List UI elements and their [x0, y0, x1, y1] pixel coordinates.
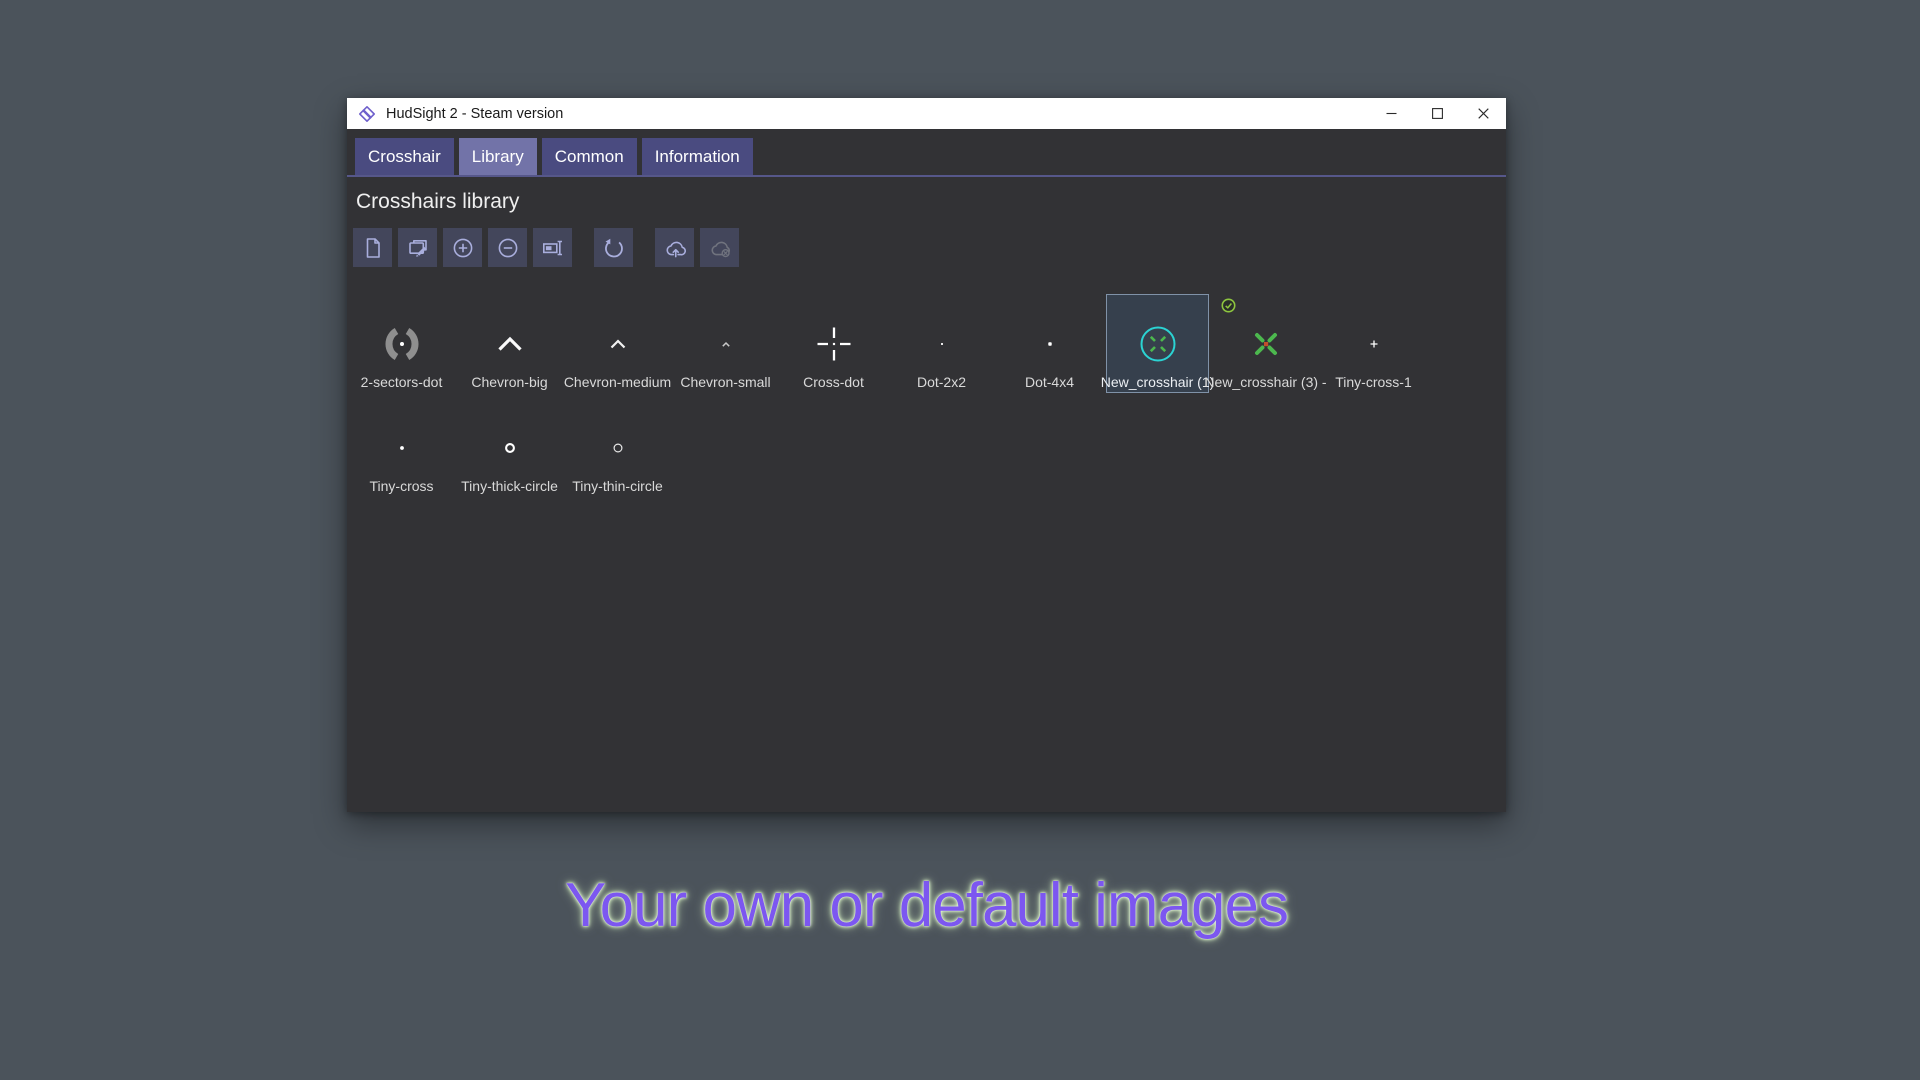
library-item-new-crosshair-1[interactable]: New_crosshair (1)	[1107, 295, 1208, 392]
tab-common[interactable]: Common	[542, 138, 637, 175]
maximize-icon	[1432, 108, 1443, 119]
cloud-upload-icon	[664, 237, 686, 259]
library-toolbar	[353, 228, 1506, 267]
library-item-label: 2-sectors-dot	[361, 374, 443, 390]
hudsight-window: HudSight 2 - Steam version Crosshair Lib…	[347, 98, 1506, 812]
remove-crosshair-button[interactable]	[488, 228, 527, 267]
remove-circle-icon	[497, 237, 519, 259]
library-item-label: Cross-dot	[803, 374, 864, 390]
library-item-new-crosshair-3[interactable]: New_crosshair (3) -	[1215, 295, 1316, 392]
library-item-label: Dot-2x2	[917, 374, 966, 390]
edit-crosshair-button[interactable]	[398, 228, 437, 267]
library-item-tiny-cross[interactable]: Tiny-cross	[351, 399, 452, 496]
close-icon	[1478, 108, 1489, 119]
minimize-icon	[1386, 108, 1397, 119]
new-file-icon	[362, 237, 384, 259]
library-item-2-sectors-dot[interactable]: 2-sectors-dot	[351, 295, 452, 392]
library-item-label: Chevron-small	[680, 374, 770, 390]
upload-to-cloud-button[interactable]	[655, 228, 694, 267]
titlebar[interactable]: HudSight 2 - Steam version	[347, 98, 1506, 129]
tab-library[interactable]: Library	[459, 138, 537, 175]
library-item-label: New_crosshair (3) -	[1204, 374, 1326, 390]
window-controls	[1368, 98, 1506, 129]
remove-from-cloud-button[interactable]	[700, 228, 739, 267]
crosshair-grid: 2-sectors-dot Chevron-big	[351, 295, 1424, 503]
maximize-button[interactable]	[1414, 98, 1460, 129]
library-item-label: Dot-4x4	[1025, 374, 1074, 390]
library-item-label: Chevron-big	[471, 374, 547, 390]
close-button[interactable]	[1460, 98, 1506, 129]
library-item-tiny-thick-circle[interactable]: Tiny-thick-circle	[459, 399, 560, 496]
grid-row-1: 2-sectors-dot Chevron-big	[351, 295, 1424, 392]
library-item-tiny-thin-circle[interactable]: Tiny-thin-circle	[567, 399, 668, 496]
page-title: Crosshairs library	[356, 190, 1506, 214]
add-circle-icon	[452, 237, 474, 259]
new-crosshair-button[interactable]	[353, 228, 392, 267]
edit-pencil-icon	[407, 237, 429, 259]
library-item-label: Tiny-thin-circle	[572, 478, 663, 494]
minimize-button[interactable]	[1368, 98, 1414, 129]
library-item-dot-2x2[interactable]: Dot-2x2	[891, 295, 992, 392]
cloud-remove-icon	[709, 237, 731, 259]
window-title: HudSight 2 - Steam version	[386, 106, 563, 122]
hudsight-logo-icon	[358, 105, 376, 123]
grid-row-2: Tiny-cross Tiny-thick-circle Tiny-thin-c…	[351, 399, 1424, 496]
rename-crosshair-button[interactable]	[533, 228, 572, 267]
library-item-label: Chevron-medium	[564, 374, 671, 390]
library-item-label: Tiny-cross	[369, 478, 433, 494]
rename-text-cursor-icon	[542, 237, 564, 259]
library-item-chevron-medium[interactable]: Chevron-medium	[567, 295, 668, 392]
library-item-cross-dot[interactable]: Cross-dot	[783, 295, 884, 392]
library-item-label: New_crosshair (1)	[1101, 374, 1215, 390]
library-item-tiny-cross-1[interactable]: Tiny-cross-1	[1323, 295, 1424, 392]
promo-caption: Your own or default images	[347, 870, 1506, 941]
tab-crosshair[interactable]: Crosshair	[355, 138, 454, 175]
refresh-icon	[603, 237, 625, 259]
library-item-chevron-big[interactable]: Chevron-big	[459, 295, 560, 392]
refresh-library-button[interactable]	[594, 228, 633, 267]
library-item-dot-4x4[interactable]: Dot-4x4	[999, 295, 1100, 392]
add-crosshair-button[interactable]	[443, 228, 482, 267]
tab-bar: Crosshair Library Common Information	[347, 129, 1506, 177]
tab-information[interactable]: Information	[642, 138, 753, 175]
library-item-chevron-small[interactable]: Chevron-small	[675, 295, 776, 392]
library-item-label: Tiny-thick-circle	[461, 478, 558, 494]
library-item-label: Tiny-cross-1	[1335, 374, 1412, 390]
library-page: Crosshair Library Common Information Cro…	[347, 129, 1506, 812]
